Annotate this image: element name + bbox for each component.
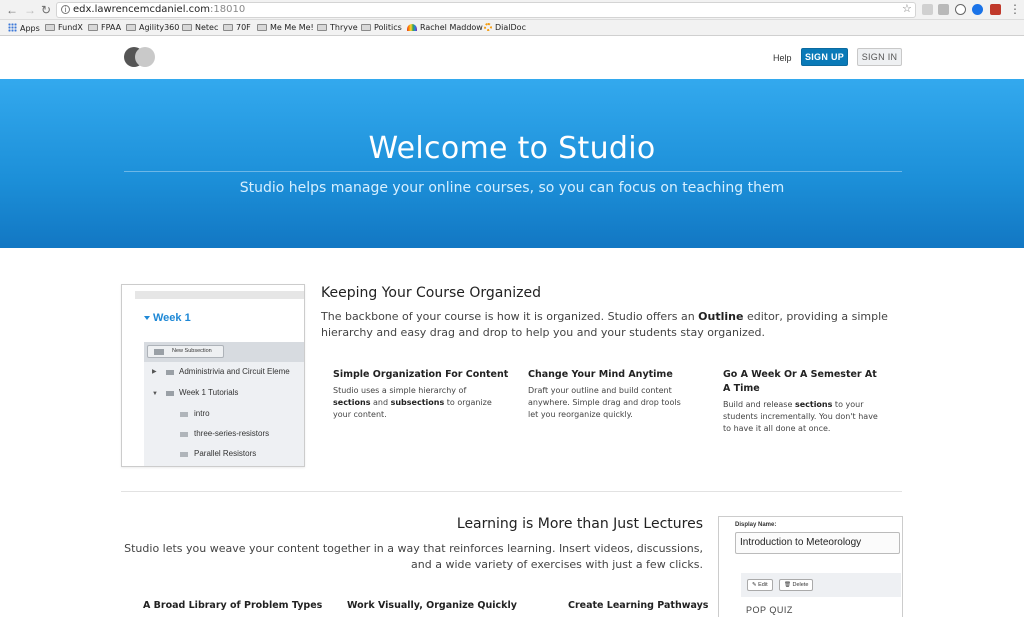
studio-logo[interactable]: [124, 47, 156, 67]
new-subsection-button: New Subsection: [147, 345, 224, 358]
expanded-arrow-icon: ▼: [152, 391, 158, 397]
feature-title: Work Visually, Organize Quickly: [347, 600, 517, 611]
hero-divider: [124, 171, 902, 172]
url-host: edx.lawrencemcdaniel.com: [73, 4, 211, 15]
section-divider: [121, 491, 902, 492]
extension-icon[interactable]: [922, 4, 933, 15]
edit-button: ✎ Edit: [747, 579, 773, 591]
add-subsection-icon: [154, 349, 164, 355]
bookmark-fpaa[interactable]: FPAA: [88, 23, 121, 33]
outline-row: Administrivia and Circuit Eleme: [179, 367, 290, 376]
extension-icon[interactable]: [938, 4, 949, 15]
outline-screenshot: Week 1 New Subsection ▶ Administrivia an…: [121, 284, 305, 467]
address-bar[interactable]: i edx.lawrencemcdaniel.com:18010: [56, 2, 916, 18]
extension-icon[interactable]: [955, 4, 966, 15]
forward-arrow-icon[interactable]: →: [22, 2, 38, 18]
feature-title: Simple Organization For Content: [333, 369, 509, 380]
browser-menu-icon[interactable]: ⋮: [1009, 2, 1021, 16]
sign-up-button[interactable]: SIGN UP: [801, 48, 848, 66]
reload-icon[interactable]: ↻: [38, 2, 54, 18]
outline-row: Week 1 Tutorials: [179, 388, 239, 397]
hero-subtitle: Studio helps manage your online courses,…: [239, 180, 785, 196]
folder-icon: [126, 24, 136, 31]
extension-icon[interactable]: [990, 4, 1001, 15]
bookmark-agility360[interactable]: Agility360: [126, 23, 179, 33]
sun-icon: [484, 23, 492, 31]
expand-arrow-icon: [144, 316, 150, 320]
unit-icon: [180, 432, 188, 437]
feature-body: Draft your outline and build content any…: [528, 386, 681, 419]
browser-toolbar: ← → ↻ i edx.lawrencemcdaniel.com:18010 ☆…: [0, 0, 1024, 20]
folder-icon: [166, 370, 174, 375]
apps-grid-icon: [8, 23, 17, 32]
bookmark-star-icon[interactable]: ☆: [902, 2, 912, 15]
nbc-peacock-icon: [407, 24, 417, 31]
section-description: The backbone of your course is how it is…: [321, 310, 888, 339]
unit-icon: [180, 412, 188, 417]
delete-button: 🗑 Delete: [779, 579, 814, 591]
folder-icon: [257, 24, 267, 31]
feature-title: Change Your Mind Anytime: [528, 369, 673, 380]
folder-icon: [88, 24, 98, 31]
folder-icon: [166, 391, 174, 396]
section-description: Studio lets you weave your content toget…: [124, 542, 703, 571]
component-editor-screenshot: Display Name: Introduction to Meteorolog…: [718, 516, 903, 617]
bookmarks-bar: Apps FundX FPAA Agility360 Netec 70F Me …: [0, 20, 1024, 36]
feature-title: Go A Week Or A Semester At A Time: [723, 369, 877, 394]
folder-icon: [45, 24, 55, 31]
bookmark-apps[interactable]: Apps: [8, 23, 40, 34]
folder-icon: [223, 24, 233, 31]
unit-icon: [180, 452, 188, 457]
folder-icon: [182, 24, 192, 31]
sign-in-button[interactable]: SIGN IN: [857, 48, 902, 66]
collapsed-arrow-icon: ▶: [152, 369, 157, 375]
bookmark-politics[interactable]: Politics: [361, 23, 402, 33]
screenshot-week-title: Week 1: [153, 312, 191, 324]
feature-body: Build and release sections to your stude…: [723, 400, 878, 433]
extension-icon[interactable]: [972, 4, 983, 15]
bookmark-fundx[interactable]: FundX: [45, 23, 83, 33]
hero-banner: Welcome to Studio Studio helps manage yo…: [0, 79, 1024, 248]
info-icon[interactable]: i: [61, 5, 70, 14]
feature-title: A Broad Library of Problem Types: [143, 600, 323, 611]
bookmark-netec[interactable]: Netec: [182, 23, 218, 33]
bookmark-thryve[interactable]: Thryve: [317, 23, 358, 33]
display-name-label: Display Name:: [735, 522, 777, 528]
url-port: :18010: [210, 4, 246, 15]
feature-body: Studio uses a simple hierarchy of sectio…: [333, 386, 492, 419]
bookmark-me-me-me[interactable]: Me Me Me!: [257, 23, 314, 33]
back-arrow-icon[interactable]: ←: [4, 2, 20, 18]
folder-icon: [317, 24, 327, 31]
section-title: Keeping Your Course Organized: [321, 285, 541, 301]
outline-row: intro: [194, 409, 210, 418]
feature-title: Create Learning Pathways: [568, 600, 709, 611]
help-link[interactable]: Help: [773, 53, 792, 63]
folder-icon: [361, 24, 371, 31]
outline-row: three-series-resistors: [194, 429, 270, 438]
display-name-field: Introduction to Meteorology: [735, 532, 900, 554]
pop-quiz-heading: POP QUIZ: [746, 605, 793, 615]
hero-title: Welcome to Studio: [368, 131, 656, 166]
site-header: Help SIGN UP SIGN IN: [0, 37, 1024, 79]
outline-row: Parallel Resistors: [194, 449, 257, 458]
section-title: Learning is More than Just Lectures: [456, 516, 703, 532]
bookmark-dialdoc[interactable]: DialDoc: [484, 23, 526, 33]
bookmark-70f[interactable]: 70F: [223, 23, 251, 33]
bookmark-rachel-maddow[interactable]: Rachel Maddow: [407, 23, 483, 33]
